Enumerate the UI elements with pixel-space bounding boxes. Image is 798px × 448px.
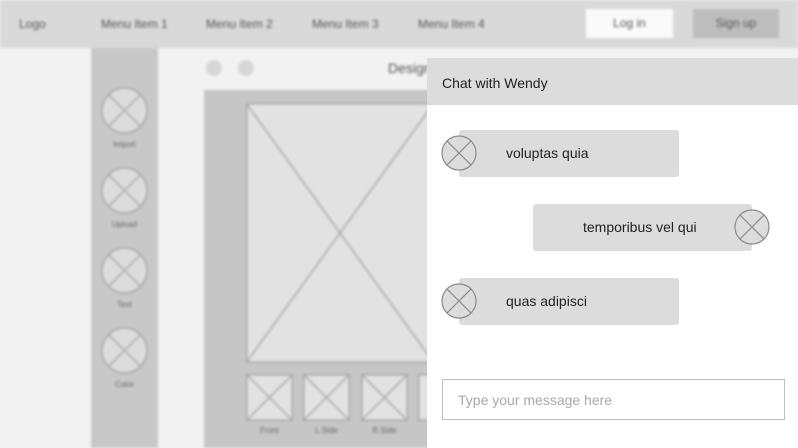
tool-label: Text: [117, 300, 132, 309]
tool-color[interactable]: Color: [101, 327, 148, 389]
tool-label: Upload: [111, 220, 138, 229]
view-rside-thumbnail-icon[interactable]: [361, 374, 408, 421]
signup-button[interactable]: Sign up: [693, 9, 779, 38]
view-front-thumbnail-icon[interactable]: [246, 374, 293, 421]
design-title: Design: [388, 60, 432, 76]
image-placeholder-icon: [101, 167, 148, 214]
chat-panel: Chat with Wendy voluptas quia temporibus…: [427, 58, 798, 448]
view-lside-thumbnail-icon[interactable]: [303, 374, 350, 421]
window-control-dot[interactable]: [238, 60, 254, 76]
view-label-lside: L.Side: [315, 426, 338, 435]
chat-message-incoming: quas adipisci: [459, 278, 679, 325]
view-label-front: Front: [260, 426, 279, 435]
tool-upload[interactable]: Upload: [101, 167, 148, 229]
menu-item-1[interactable]: Menu Item 1: [101, 17, 168, 31]
logo[interactable]: Logo: [19, 17, 46, 31]
menu-item-4[interactable]: Menu Item 4: [418, 17, 485, 31]
chat-header: Chat with Wendy: [427, 58, 798, 105]
view-label-rside: R.Side: [372, 426, 397, 435]
design-canvas-image-placeholder-icon[interactable]: [246, 103, 434, 363]
login-button[interactable]: Log in: [586, 9, 673, 38]
top-navigation: Logo Menu Item 1 Menu Item 2 Menu Item 3…: [0, 0, 798, 48]
menu-item-3[interactable]: Menu Item 3: [312, 17, 379, 31]
avatar-placeholder-icon: [734, 209, 770, 245]
chat-message-input[interactable]: [442, 379, 785, 420]
avatar-placeholder-icon: [441, 135, 477, 171]
avatar-placeholder-icon: [441, 283, 477, 319]
window-control-dot[interactable]: [206, 60, 222, 76]
tool-text[interactable]: Text: [101, 247, 148, 309]
chat-message-incoming: voluptas quia: [459, 130, 679, 177]
menu-item-2[interactable]: Menu Item 2: [206, 17, 273, 31]
chat-message-outgoing: temporibus vel qui: [533, 204, 752, 251]
tool-label: Import: [113, 140, 136, 149]
tool-label: Color: [114, 380, 135, 389]
image-placeholder-icon: [101, 87, 148, 134]
tool-import[interactable]: Import: [101, 87, 148, 149]
chat-title: Chat with Wendy: [442, 75, 548, 91]
image-placeholder-icon: [101, 327, 148, 374]
image-placeholder-icon: [101, 247, 148, 294]
